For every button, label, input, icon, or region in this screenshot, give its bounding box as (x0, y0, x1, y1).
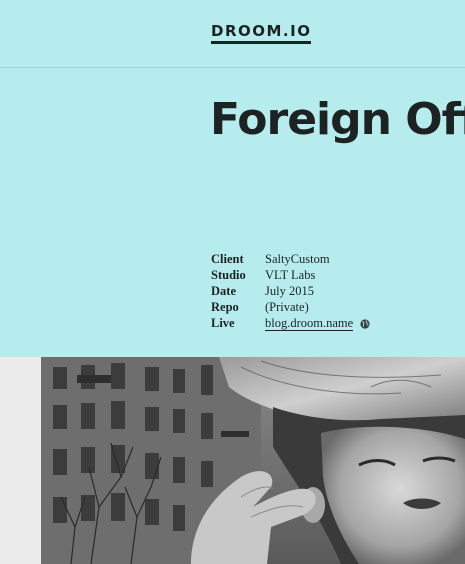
detail-value-repo: (Private) (265, 300, 309, 314)
hero-image (41, 357, 465, 564)
detail-row-studio: Studio VLT Labs (211, 267, 370, 283)
detail-value-live: blog.droom.name (265, 315, 370, 331)
detail-row-date: Date July 2015 (211, 283, 370, 299)
detail-label: Repo (211, 300, 239, 314)
detail-value-studio: VLT Labs (265, 268, 316, 282)
detail-label: Studio (211, 268, 246, 282)
detail-value-date: July 2015 (265, 284, 314, 298)
detail-row-client: Client SaltyCustom (211, 251, 370, 267)
globe-icon[interactable] (360, 317, 370, 333)
hero-gutter (0, 357, 41, 564)
site-header: DROOM.IO (0, 0, 465, 68)
live-site-link[interactable]: blog.droom.name (265, 316, 354, 331)
detail-row-live: Live blog.droom.name (211, 315, 370, 331)
project-details: Client SaltyCustom Studio VLT Labs Date … (211, 251, 370, 331)
detail-label: Client (211, 252, 244, 266)
page-title: Foreign Office (210, 94, 465, 145)
site-logo-link[interactable]: DROOM.IO (211, 22, 312, 44)
detail-value-client: SaltyCustom (265, 252, 330, 266)
detail-label: Date (211, 284, 236, 298)
detail-label: Live (211, 316, 235, 330)
detail-row-repo: Repo (Private) (211, 299, 370, 315)
